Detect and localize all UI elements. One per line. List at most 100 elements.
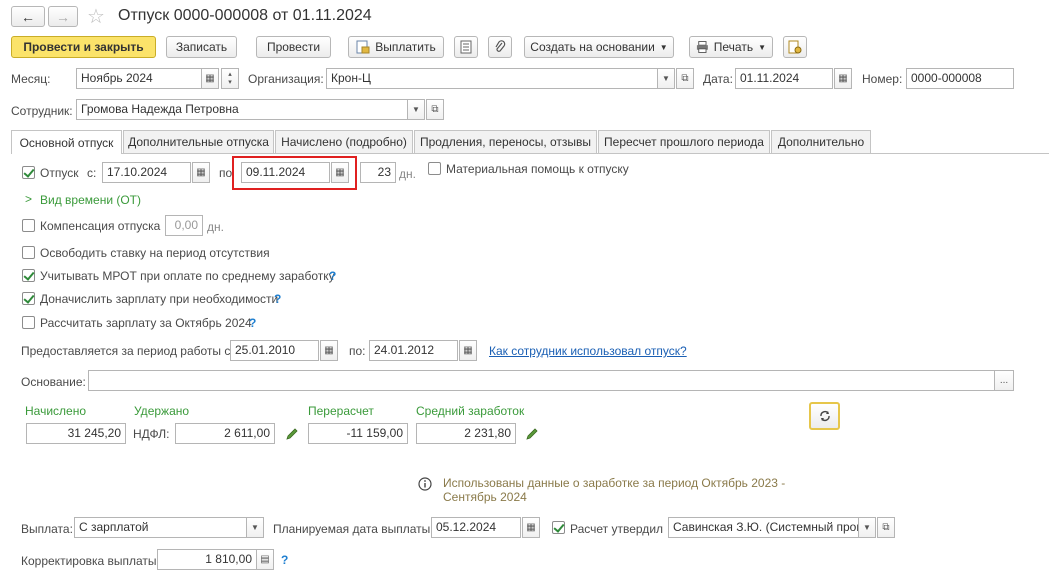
- basis-field[interactable]: [88, 370, 995, 391]
- release-rate-label: Освободить ставку на период отсутствия: [40, 246, 270, 260]
- calendar-icon[interactable]: ▦: [201, 68, 219, 89]
- page-title: Отпуск 0000-000008 от 01.11.2024: [118, 7, 372, 24]
- save-button[interactable]: Записать: [166, 36, 237, 58]
- help-icon[interactable]: ?: [249, 316, 256, 330]
- calendar-icon[interactable]: ▦: [522, 517, 540, 538]
- period-from-field[interactable]: 25.01.2010: [230, 340, 319, 361]
- period-to-field[interactable]: 24.01.2012: [369, 340, 458, 361]
- print-button[interactable]: Печать ▼: [689, 36, 773, 58]
- help-icon[interactable]: ?: [329, 269, 336, 283]
- approved-by-field[interactable]: Савинская З.Ю. (Системный прог: [668, 517, 859, 538]
- print-label: Печать: [713, 40, 754, 54]
- accrue-checkbox[interactable]: [22, 292, 35, 305]
- month-spinner[interactable]: ▴ ▾: [221, 68, 239, 89]
- recalc-value: -11 159,00: [308, 423, 408, 444]
- calc-salary-label: Рассчитать зарплату за Октябрь 2024: [40, 316, 252, 330]
- pencil-icon[interactable]: [285, 427, 299, 441]
- compensation-days-field[interactable]: 0,00: [165, 215, 203, 236]
- month-field[interactable]: Ноябрь 2024: [76, 68, 202, 89]
- vacation-label: Отпуск: [40, 166, 79, 180]
- pencil-icon[interactable]: [525, 427, 539, 441]
- accrued-value: 31 245,20: [26, 423, 126, 444]
- more-button[interactable]: ...: [994, 370, 1014, 391]
- accrued-label: Начислено: [25, 404, 87, 418]
- material-help-checkbox[interactable]: [428, 162, 441, 175]
- open-icon[interactable]: ⧉: [426, 99, 444, 120]
- vacation-checkbox[interactable]: [22, 166, 35, 179]
- organization-field[interactable]: Крон-Ц: [326, 68, 658, 89]
- calendar-icon[interactable]: ▦: [331, 162, 349, 183]
- tab-recalculation[interactable]: Пересчет прошлого периода: [598, 130, 770, 153]
- time-type-link[interactable]: Вид времени (ОТ): [40, 193, 141, 207]
- report-button[interactable]: [454, 36, 478, 58]
- days-field[interactable]: 23: [360, 162, 396, 183]
- employee-field[interactable]: Громова Надежда Петровна: [76, 99, 408, 120]
- chevron-right-icon[interactable]: >: [25, 192, 32, 206]
- chevron-down-icon[interactable]: ▼: [858, 517, 876, 538]
- compensation-label: Компенсация отпуска: [40, 219, 161, 233]
- approved-checkbox[interactable]: [552, 521, 565, 534]
- open-icon[interactable]: ⧉: [877, 517, 895, 538]
- open-icon[interactable]: ⧉: [676, 68, 694, 89]
- printer-icon: [696, 41, 708, 53]
- forward-button[interactable]: →: [48, 6, 78, 27]
- calendar-icon[interactable]: ▦: [459, 340, 477, 361]
- avg-earnings-label: Средний заработок: [416, 404, 525, 418]
- attach-button[interactable]: [488, 36, 512, 58]
- planned-date-field[interactable]: 05.12.2024: [431, 517, 521, 538]
- document-settings-button[interactable]: [783, 36, 807, 58]
- payout-field[interactable]: С зарплатой: [74, 517, 247, 538]
- organization-label: Организация:: [248, 72, 324, 86]
- create-based-on-button[interactable]: Создать на основании ▼: [524, 36, 674, 58]
- calendar-icon[interactable]: ▦: [192, 162, 210, 183]
- info-text-line2: Сентябрь 2024: [443, 490, 527, 504]
- tab-main-vacation[interactable]: Основной отпуск: [11, 130, 122, 154]
- pay-label: Выплатить: [375, 40, 436, 54]
- forward-arrow-icon: →: [56, 8, 70, 25]
- mrot-checkbox[interactable]: [22, 269, 35, 282]
- paperclip-icon: [495, 40, 506, 52]
- payout-label: Выплата:: [21, 522, 73, 536]
- back-button[interactable]: ←: [11, 6, 45, 27]
- calendar-icon[interactable]: ▦: [834, 68, 852, 89]
- calculator-icon[interactable]: ▤: [256, 549, 274, 570]
- tab-extensions[interactable]: Продления, переносы, отзывы: [414, 130, 597, 153]
- pay-button[interactable]: Выплатить: [348, 36, 444, 58]
- chevron-down-icon[interactable]: ▼: [246, 517, 264, 538]
- favorite-star-icon[interactable]: ☆: [87, 4, 105, 29]
- tab-additional-vacations[interactable]: Дополнительные отпуска: [123, 130, 274, 153]
- vacation-to-field[interactable]: 09.11.2024: [241, 162, 330, 183]
- vacation-from-field[interactable]: 17.10.2024: [102, 162, 191, 183]
- refresh-button[interactable]: [809, 402, 840, 430]
- planned-date-label: Планируемая дата выплаты:: [273, 522, 434, 536]
- chevron-down-icon: ▼: [659, 42, 668, 52]
- chevron-down-icon[interactable]: ▼: [657, 68, 675, 89]
- number-field[interactable]: 0000-000008: [906, 68, 1014, 89]
- how-used-link[interactable]: Как сотрудник использовал отпуск?: [489, 344, 687, 358]
- employee-label: Сотрудник:: [11, 104, 73, 118]
- chevron-down-icon: ▼: [758, 42, 766, 52]
- adjust-field[interactable]: 1 810,00: [157, 549, 257, 570]
- period-label: Предоставляется за период работы с:: [21, 344, 234, 358]
- ndfl-value: 2 611,00: [175, 423, 275, 444]
- approved-label: Расчет утвердил: [570, 522, 664, 536]
- compensation-checkbox[interactable]: [22, 219, 35, 232]
- tab-additional[interactable]: Дополнительно: [771, 130, 871, 153]
- date-field[interactable]: 01.11.2024: [735, 68, 833, 89]
- basis-label: Основание:: [21, 375, 86, 389]
- month-label: Месяц:: [11, 72, 51, 86]
- post-button[interactable]: Провести: [256, 36, 331, 58]
- release-rate-checkbox[interactable]: [22, 246, 35, 259]
- compensation-unit: дн.: [207, 220, 224, 234]
- calc-salary-checkbox[interactable]: [22, 316, 35, 329]
- chevron-down-icon[interactable]: ▼: [407, 99, 425, 120]
- calendar-icon[interactable]: ▦: [320, 340, 338, 361]
- help-icon[interactable]: ?: [281, 553, 288, 567]
- to-label: по: [219, 166, 233, 180]
- accrue-label: Доначислить зарплату при необходимости: [40, 292, 279, 306]
- help-icon[interactable]: ?: [274, 292, 281, 306]
- info-icon: [418, 477, 432, 491]
- mrot-label: Учитывать МРОТ при оплате по среднему за…: [40, 269, 335, 283]
- tab-accrued-details[interactable]: Начислено (подробно): [275, 130, 413, 153]
- post-and-close-button[interactable]: Провести и закрыть: [11, 36, 156, 58]
